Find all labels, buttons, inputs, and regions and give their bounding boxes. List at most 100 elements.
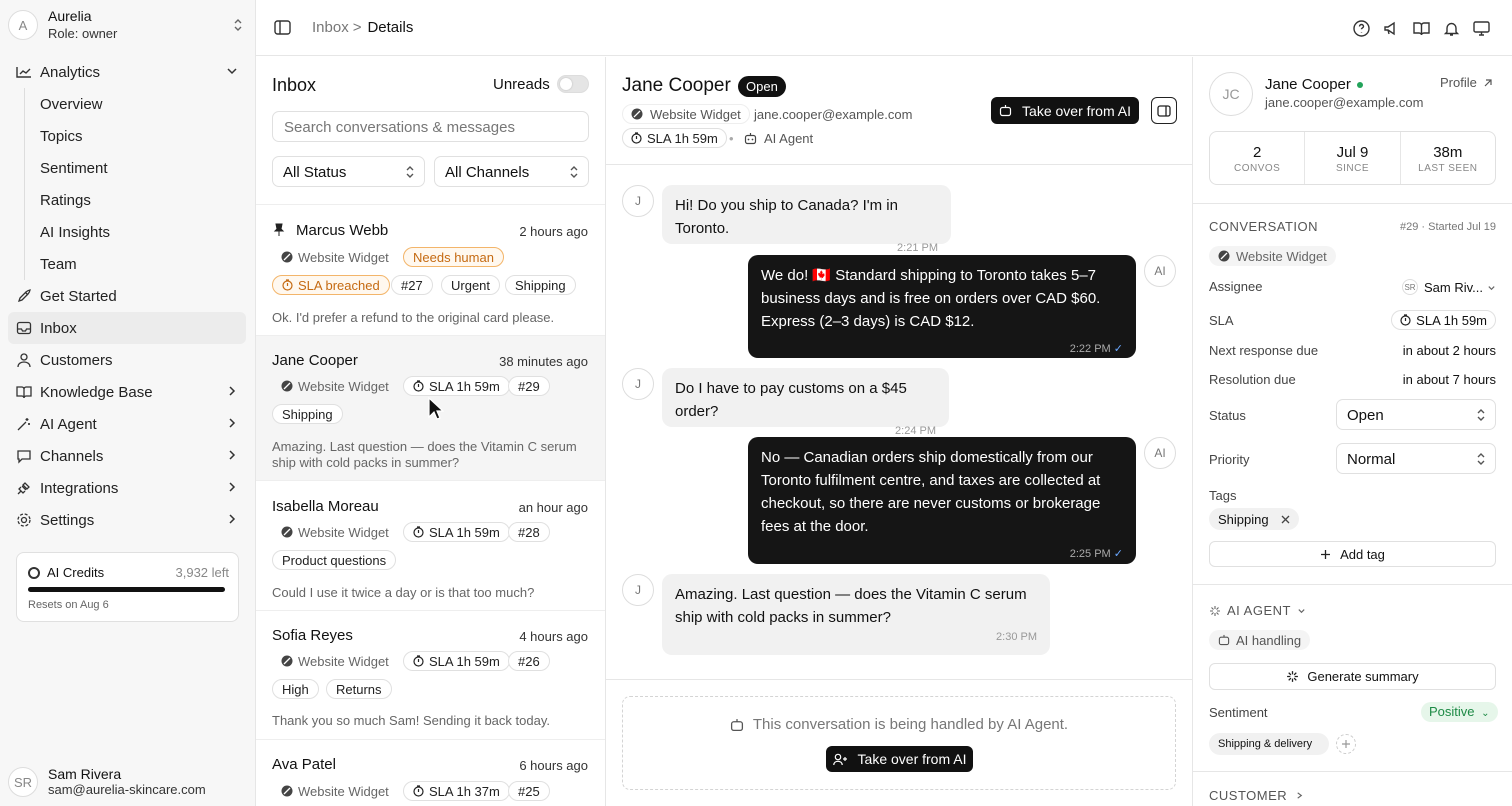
- nav-overview[interactable]: Overview: [40, 88, 103, 120]
- next-response-label: Next response due: [1209, 343, 1319, 358]
- nav-integrations[interactable]: Integrations: [8, 472, 246, 504]
- sla-badge: SLA 1h 59m: [403, 651, 510, 671]
- take-over-button[interactable]: Take over from AI: [991, 97, 1139, 124]
- wand-icon: [17, 418, 30, 431]
- nav-sentiment[interactable]: Sentiment: [40, 152, 108, 184]
- panel-toggle-button[interactable]: [1151, 97, 1177, 124]
- details-panel: JC Jane Cooper jane.cooper@example.com P…: [1193, 57, 1512, 806]
- tag-chip: Returns: [326, 679, 392, 699]
- assignee-select[interactable]: SR Sam Riv...: [1402, 279, 1496, 295]
- status-label: Status: [1209, 408, 1246, 423]
- conversation-preview: Thank you so much Sam! Sending it back t…: [272, 713, 550, 728]
- ai-avatar: AI: [1144, 437, 1176, 469]
- nav-settings[interactable]: Settings: [8, 504, 246, 536]
- conversation-item[interactable]: Sofia Reyes 4 hours ago Website Widget S…: [256, 610, 605, 739]
- priority-select[interactable]: Normal: [1336, 443, 1496, 474]
- chevron-updown-icon: [1477, 409, 1485, 421]
- close-icon[interactable]: [1281, 515, 1290, 524]
- chat-panel: Jane Cooper Open Website Widget jane.coo…: [606, 57, 1193, 806]
- sparkle-icon: [1287, 671, 1299, 682]
- ticket-number: #28: [508, 522, 550, 542]
- nav-ratings[interactable]: Ratings: [40, 184, 91, 216]
- bell-icon[interactable]: [1443, 20, 1460, 37]
- nav-label: AI Agent: [40, 415, 97, 433]
- tag-chip: Shipping: [505, 275, 576, 295]
- contact-stats: 2 CONVOS Jul 9 SINCE 38m LAST SEEN: [1209, 131, 1496, 185]
- plug-icon: [17, 482, 30, 495]
- conversation-item[interactable]: Ava Patel 6 hours ago Website Widget SLA…: [256, 739, 605, 806]
- assignee-label: Assignee: [1209, 279, 1263, 294]
- help-icon[interactable]: [1353, 20, 1370, 37]
- message-time: 2:22 PM ✓: [1069, 343, 1123, 355]
- agent-chip: AI Agent: [744, 131, 813, 146]
- take-over-bottom-button[interactable]: Take over from AI: [826, 746, 973, 772]
- tag-chip: Shipping: [272, 404, 343, 424]
- inbox-title: Inbox: [272, 75, 317, 95]
- nav-inbox[interactable]: Inbox: [8, 312, 246, 344]
- needs-human-badge: Needs human: [403, 247, 504, 267]
- add-topic-button[interactable]: [1336, 734, 1356, 754]
- channel-filter[interactable]: All Channels: [434, 156, 589, 187]
- unreads-label: Unreads: [493, 76, 550, 93]
- nav-customers[interactable]: Customers: [8, 344, 246, 376]
- external-link-icon: [1484, 78, 1492, 86]
- conversation-name: Isabella Moreau: [272, 498, 379, 515]
- search-input[interactable]: Search conversations & messages: [272, 111, 589, 142]
- book-icon: [16, 386, 32, 399]
- user-plus-icon: [832, 753, 847, 765]
- workspace-switcher[interactable]: A Aurelia Role: owner: [8, 6, 248, 44]
- sentiment-badge[interactable]: Positive ⌄: [1421, 702, 1498, 722]
- conversation-item[interactable]: Isabella Moreau an hour ago Website Widg…: [256, 480, 605, 610]
- widget-icon: [281, 251, 293, 263]
- sidebar: A Aurelia Role: owner Analytics Overview…: [0, 0, 256, 806]
- divider: [1193, 584, 1512, 585]
- nav-get-started[interactable]: Get Started: [8, 280, 246, 312]
- message-outgoing: We do! 🇨🇦 Standard shipping to Toronto t…: [748, 255, 1136, 358]
- monitor-icon[interactable]: [1473, 20, 1490, 37]
- message-time: 2:21 PM: [897, 242, 938, 254]
- contact-email: jane.cooper@example.com: [1265, 95, 1424, 110]
- sentiment-label: Sentiment: [1209, 705, 1268, 720]
- workspace-avatar: A: [8, 10, 38, 40]
- cursor-icon: [428, 397, 444, 420]
- status-select[interactable]: Open: [1336, 399, 1496, 430]
- conversation-preview: Could I use it twice a day or is that to…: [272, 585, 535, 600]
- message-time: 2:30 PM: [996, 631, 1037, 643]
- nav-ai-agent[interactable]: AI Agent: [8, 408, 246, 440]
- tag-chip: Product questions: [272, 550, 397, 570]
- conversation-item[interactable]: Marcus Webb 2 hours ago Website Widget N…: [256, 204, 605, 335]
- nav-channels[interactable]: Channels: [8, 440, 246, 472]
- generate-summary-button[interactable]: Generate summary: [1209, 663, 1496, 690]
- breadcrumb-inbox[interactable]: Inbox: [312, 19, 349, 36]
- tag-chip: Shipping: [1209, 508, 1299, 530]
- sidebar-toggle-icon[interactable]: [274, 20, 291, 35]
- user-menu[interactable]: SR Sam Rivera sam@aurelia-skincare.com: [8, 766, 206, 798]
- nav-label: Integrations: [40, 479, 119, 497]
- nav-knowledge-base[interactable]: Knowledge Base: [8, 376, 246, 408]
- channel-chip: Website Widget: [622, 104, 750, 124]
- sla-badge: SLA 1h 37m: [403, 781, 510, 801]
- nav-ai-insights[interactable]: AI Insights: [40, 216, 110, 248]
- nav-team[interactable]: Team: [40, 248, 77, 280]
- chevron-right-icon: [229, 418, 236, 428]
- divider: [1193, 771, 1512, 772]
- profile-link[interactable]: Profile: [1440, 75, 1493, 90]
- user-avatar: SR: [8, 767, 38, 797]
- docs-icon[interactable]: [1413, 20, 1430, 37]
- workspace-name: Aurelia: [48, 8, 92, 24]
- megaphone-icon[interactable]: [1383, 20, 1400, 37]
- nav-analytics[interactable]: Analytics: [8, 56, 246, 88]
- unreads-toggle[interactable]: [557, 75, 589, 93]
- sparkle-icon: [1210, 605, 1220, 616]
- section-customer[interactable]: CUSTOMER: [1209, 788, 1304, 803]
- conversation-time: an hour ago: [518, 500, 588, 515]
- widget-icon: [281, 380, 293, 392]
- chevron-updown-icon: [234, 19, 242, 31]
- section-ai-agent[interactable]: AI AGENT: [1209, 603, 1306, 618]
- status-filter[interactable]: All Status: [272, 156, 425, 187]
- nav-topics[interactable]: Topics: [40, 120, 83, 152]
- add-tag-button[interactable]: Add tag: [1209, 541, 1496, 567]
- timer-icon: [413, 785, 424, 797]
- contact-email: jane.cooper@example.com: [754, 107, 913, 122]
- divider: [1193, 203, 1512, 204]
